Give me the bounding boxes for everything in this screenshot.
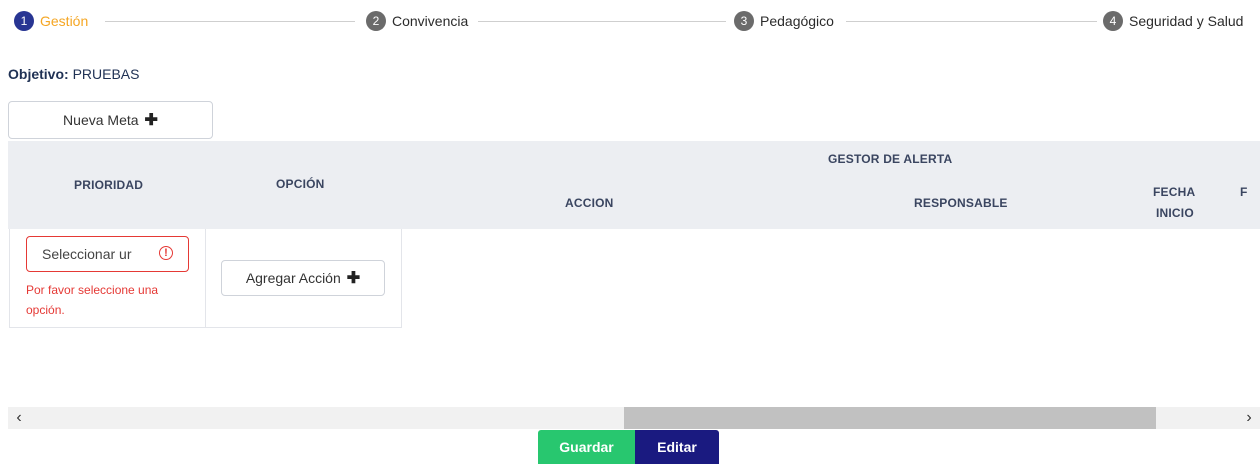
add-action-label: Agregar Acción: [245, 270, 341, 286]
step-label: Seguridad y Salud: [1129, 13, 1244, 29]
step-label: Pedagógico: [760, 13, 834, 29]
step-connector: [846, 21, 1099, 22]
scroll-left-icon[interactable]: ‹: [8, 407, 30, 429]
progress-stepper: 1 Gestión 2 Convivencia 3 Pedagógico 4 S…: [0, 0, 1260, 44]
save-button[interactable]: Guardar: [538, 430, 635, 464]
step-number: 2: [366, 11, 386, 31]
priority-error-message: Por favor seleccione una opción.: [26, 283, 159, 317]
scrollbar-thumb[interactable]: [624, 407, 1156, 429]
header-alert-manager: GESTOR DE ALERTA: [828, 152, 953, 166]
plus-icon: ✚: [144, 112, 158, 129]
add-action-button[interactable]: Agregar Acción ✚: [221, 260, 385, 296]
table-header: PRIORIDAD OPCIÓN GESTOR DE ALERTA ACCION…: [8, 141, 1260, 229]
header-next-partial: F: [1240, 185, 1248, 199]
priority-select-value: Seleccionar ur: [42, 246, 132, 262]
new-goal-label: Nueva Meta: [63, 112, 139, 128]
error-icon: !: [159, 246, 173, 260]
step-label: Gestión: [40, 13, 89, 29]
objective-value: PRUEBAS: [72, 66, 140, 82]
objective-line: Objetivo: PRUEBAS: [8, 66, 139, 82]
header-action: ACCION: [565, 196, 614, 210]
step-gestion[interactable]: 1 Gestión: [14, 11, 95, 31]
step-label: Convivencia: [392, 13, 469, 29]
scroll-right-icon[interactable]: ›: [1238, 407, 1260, 429]
header-start-date-2: INICIO: [1156, 206, 1194, 220]
plus-icon: ✚: [346, 270, 361, 287]
step-number: 3: [734, 11, 754, 31]
priority-select[interactable]: Seleccionar ur !: [26, 236, 189, 272]
step-convivencia[interactable]: 2 Convivencia: [360, 11, 475, 31]
header-option: OPCIÓN: [276, 177, 325, 191]
edit-button[interactable]: Editar: [635, 430, 719, 464]
header-responsible: RESPONSABLE: [914, 196, 1008, 210]
header-start-date-1: FECHA: [1153, 185, 1196, 199]
horizontal-scrollbar[interactable]: ‹ ›: [8, 407, 1260, 429]
objective-label: Objetivo:: [8, 66, 69, 82]
step-number: 4: [1103, 11, 1123, 31]
step-seguridad-salud[interactable]: 4 Seguridad y Salud: [1097, 11, 1244, 31]
step-pedagogico[interactable]: 3 Pedagógico: [728, 11, 840, 31]
step-connector: [478, 21, 726, 22]
new-goal-button[interactable]: Nueva Meta ✚: [8, 101, 213, 139]
step-number: 1: [14, 11, 34, 31]
step-connector: [105, 21, 355, 22]
header-priority: PRIORIDAD: [74, 178, 144, 192]
